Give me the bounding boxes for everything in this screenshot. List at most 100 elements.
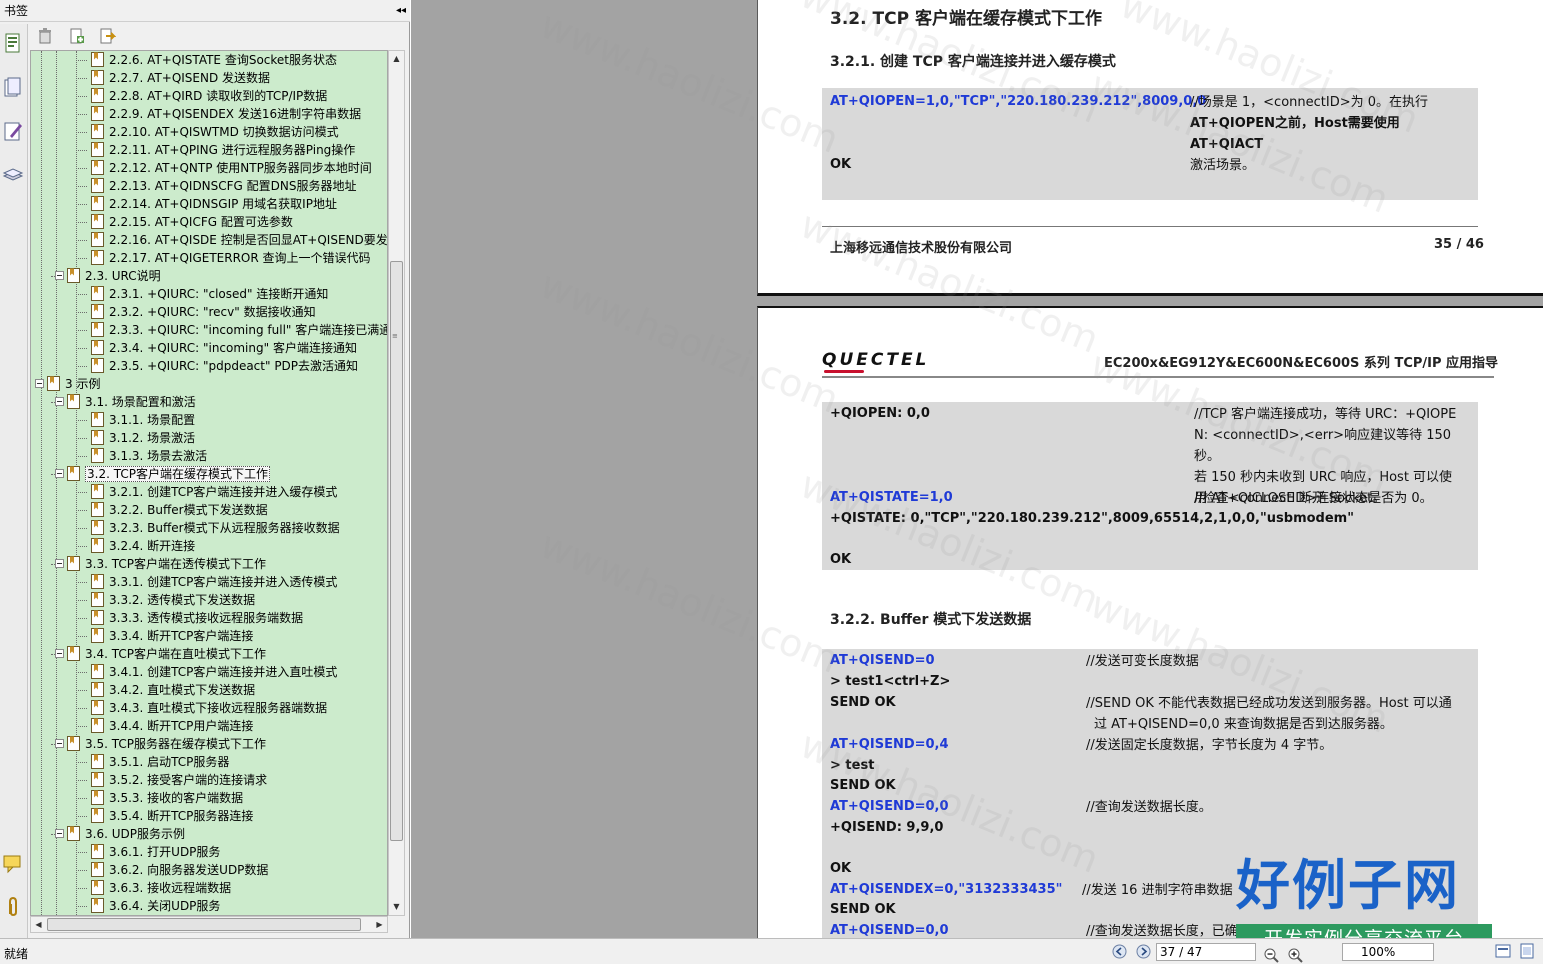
bookmark-item[interactable]: 3.5.4. 断开TCP服务器连接	[87, 807, 253, 825]
bookmark-item[interactable]: 2.2.10. AT+QISWTMD 切换数据访问模式	[87, 123, 339, 141]
scroll-thumb-horizontal[interactable]	[47, 918, 361, 931]
bookmark-label: 3.2.3. Buffer模式下从远程服务器接收数据	[109, 521, 340, 535]
collapse-toggle-icon[interactable]	[55, 397, 64, 406]
bookmark-label: 3.1.1. 场景配置	[109, 413, 196, 427]
bookmark-item[interactable]: 3.6.1. 打开UDP服务	[87, 843, 220, 861]
bookmark-item[interactable]: 3.5.3. 接收的客户端数据	[87, 789, 243, 807]
bookmark-item[interactable]: 2.2.7. AT+QISEND 发送数据	[87, 69, 270, 87]
bookmark-icon	[91, 430, 104, 445]
bookmark-item[interactable]: 3 示例	[35, 375, 100, 393]
bookmark-icon	[91, 700, 104, 715]
bookmark-label: 2.2.16. AT+QISDE 控制是否回显AT+QISEND要发送	[109, 233, 388, 247]
bookmark-label: 3.6.3. 接收远程端数据	[109, 881, 232, 895]
bookmark-item[interactable]: 3.5. TCP服务器在缓存模式下工作	[55, 735, 266, 753]
bookmark-item[interactable]: 3.2.4. 断开连接	[87, 537, 195, 555]
bookmark-icon	[91, 790, 104, 805]
layers-tab-icon[interactable]	[2, 164, 24, 186]
bookmark-item[interactable]: 2.2.14. AT+QIDNSGIP 用域名获取IP地址	[87, 195, 337, 213]
bookmark-item[interactable]: 3.6.2. 向服务器发送UDP数据	[87, 861, 268, 879]
bookmark-item[interactable]: 3.6.3. 接收远程端数据	[87, 879, 231, 897]
collapse-toggle-icon[interactable]	[55, 271, 64, 280]
tree-connector	[76, 168, 87, 169]
footer-rule	[822, 226, 1478, 227]
collapse-toggle-icon[interactable]	[55, 649, 64, 658]
bookmark-item[interactable]: 2.3.2. +QIURC: "recv" 数据接收通知	[87, 303, 316, 321]
collapse-toggle-icon[interactable]	[55, 559, 64, 568]
document-viewport[interactable]: 3.2. TCP 客户端在缓存模式下工作 3.2.1. 创建 TCP 客户端连接…	[411, 0, 1543, 938]
bookmark-item[interactable]: 3.3.2. 透传模式下发送数据	[87, 591, 255, 609]
bookmark-item[interactable]: 2.3.4. +QIURC: "incoming" 客户端连接通知	[87, 339, 357, 357]
scroll-thumb[interactable]	[390, 261, 403, 841]
collapse-panel-icon[interactable]: ◂◂	[396, 0, 406, 22]
bookmark-item[interactable]: 3.2. TCP客户端在缓存模式下工作	[55, 465, 270, 483]
attachments-tab-icon[interactable]	[2, 896, 24, 918]
collapse-toggle-icon[interactable]	[55, 469, 64, 478]
fit-width-icon[interactable]	[1494, 942, 1512, 960]
collapse-toggle-icon[interactable]	[55, 739, 64, 748]
pages-tab-icon[interactable]	[2, 76, 24, 98]
bookmark-icon	[91, 682, 104, 697]
bookmark-goto-icon[interactable]	[98, 27, 117, 45]
collapse-toggle-icon[interactable]	[55, 829, 64, 838]
bookmark-item[interactable]: 3.3. TCP客户端在透传模式下工作	[55, 555, 266, 573]
annotations-tab-icon[interactable]	[2, 120, 24, 142]
bookmark-item[interactable]: 2.3.5. +QIURC: "pdpdeact" PDP去激活通知	[87, 357, 358, 375]
bookmark-add-icon[interactable]	[68, 27, 86, 45]
bookmark-item[interactable]: 3.2.3. Buffer模式下从远程服务器接收数据	[87, 519, 340, 537]
bookmark-item[interactable]: 3.5.2. 接受客户端的连接请求	[87, 771, 267, 789]
bookmarks-tab-icon[interactable]	[2, 32, 24, 54]
bookmark-item[interactable]: 3.2.2. Buffer模式下发送数据	[87, 501, 268, 519]
fit-page-icon[interactable]	[1518, 942, 1536, 960]
bookmark-item[interactable]: 3.4.4. 断开TCP用户端连接	[87, 717, 253, 735]
bookmark-item[interactable]: 2.2.11. AT+QPING 进行远程服务器Ping操作	[87, 141, 355, 159]
scroll-up-arrow-icon[interactable]: ▲	[389, 51, 404, 67]
bookmark-label: 2.3.1. +QIURC: "closed" 连接断开通知	[109, 287, 329, 301]
collapse-toggle-icon[interactable]	[35, 379, 44, 388]
previous-page-icon[interactable]	[1112, 944, 1127, 959]
scroll-left-arrow-icon[interactable]: ◀	[31, 917, 46, 932]
bookmark-vertical-scrollbar[interactable]: ▲ ≡ ▼	[388, 50, 405, 916]
bookmark-item[interactable]: 2.2.17. AT+QIGETERROR 查询上一个错误代码	[87, 249, 371, 267]
bookmark-item[interactable]: 2.3.3. +QIURC: "incoming full" 客户端连接已满通知	[87, 321, 387, 339]
scroll-down-arrow-icon[interactable]: ▼	[389, 899, 404, 915]
bookmark-item[interactable]: 3.4.1. 创建TCP客户端连接并进入直吐模式	[87, 663, 337, 681]
bookmark-item[interactable]: 2.3.1. +QIURC: "closed" 连接断开通知	[87, 285, 328, 303]
tree-connector	[76, 780, 87, 781]
bookmark-item[interactable]: 2.2.12. AT+QNTP 使用NTP服务器同步本地时间	[87, 159, 372, 177]
comments-tab-icon[interactable]	[2, 852, 24, 874]
bookmark-item[interactable]: 3.4.3. 直吐模式下接收远程服务器端数据	[87, 699, 327, 717]
next-page-icon[interactable]	[1136, 944, 1151, 959]
zoom-in-icon[interactable]	[1286, 946, 1304, 964]
bookmark-item[interactable]: 3.3.3. 透传模式接收远程服务端数据	[87, 609, 303, 627]
bookmark-item[interactable]: 3.1.3. 场景去激活	[87, 447, 207, 465]
code-command: AT+QISTATE=1,0	[830, 490, 953, 505]
bookmark-item[interactable]: 3.3.4. 断开TCP客户端连接	[87, 627, 253, 645]
bookmark-item[interactable]: 3.6.4. 关闭UDP服务	[87, 897, 220, 915]
bookmark-item[interactable]: 2.2.8. AT+QIRD 读取收到的TCP/IP数据	[87, 87, 327, 105]
bookmark-item[interactable]: 3.3.1. 创建TCP客户端连接并进入透传模式	[87, 573, 337, 591]
delete-icon[interactable]	[36, 27, 54, 45]
bookmark-horizontal-scrollbar[interactable]: ◀ ▶	[30, 916, 388, 933]
bookmark-item[interactable]: 2.2.15. AT+QICFG 配置可选参数	[87, 213, 293, 231]
bookmark-item[interactable]: 3.5.1. 启动TCP服务器	[87, 753, 229, 771]
bookmark-item[interactable]: 2.2.13. AT+QIDNSCFG 配置DNS服务器地址	[87, 177, 357, 195]
bookmark-item[interactable]: 2.3. URC说明	[55, 267, 161, 285]
code-block-1: +QIOPEN: 0,0 //TCP 客户端连接成功，等待 URC：+QIOPE…	[822, 402, 1478, 570]
bookmark-item[interactable]: 3.4.2. 直吐模式下发送数据	[87, 681, 255, 699]
page-number-field[interactable]: 37 / 47	[1156, 943, 1256, 961]
scroll-right-arrow-icon[interactable]: ▶	[372, 917, 387, 932]
bookmark-icon	[91, 754, 104, 769]
code-command: AT+QISEND=0	[830, 653, 935, 668]
bookmark-item[interactable]: 3.1. 场景配置和激活	[55, 393, 196, 411]
bookmark-item[interactable]: 2.2.6. AT+QISTATE 查询Socket服务状态	[87, 51, 337, 69]
zoom-select[interactable]: 100%	[1342, 943, 1434, 961]
zoom-out-icon[interactable]	[1262, 946, 1280, 964]
bookmark-icon	[91, 52, 104, 67]
bookmark-item[interactable]: 2.2.9. AT+QISENDEX 发送16进制字符串数据	[87, 105, 361, 123]
bookmark-item[interactable]: 3.1.2. 场景激活	[87, 429, 195, 447]
bookmark-item[interactable]: 3.6. UDP服务示例	[55, 825, 185, 843]
bookmark-item[interactable]: 3.4. TCP客户端在直吐模式下工作	[55, 645, 266, 663]
bookmark-item[interactable]: 2.2.16. AT+QISDE 控制是否回显AT+QISEND要发送	[87, 231, 388, 249]
bookmark-item[interactable]: 3.2.1. 创建TCP客户端连接并进入缓存模式	[87, 483, 337, 501]
bookmark-item[interactable]: 3.1.1. 场景配置	[87, 411, 195, 429]
